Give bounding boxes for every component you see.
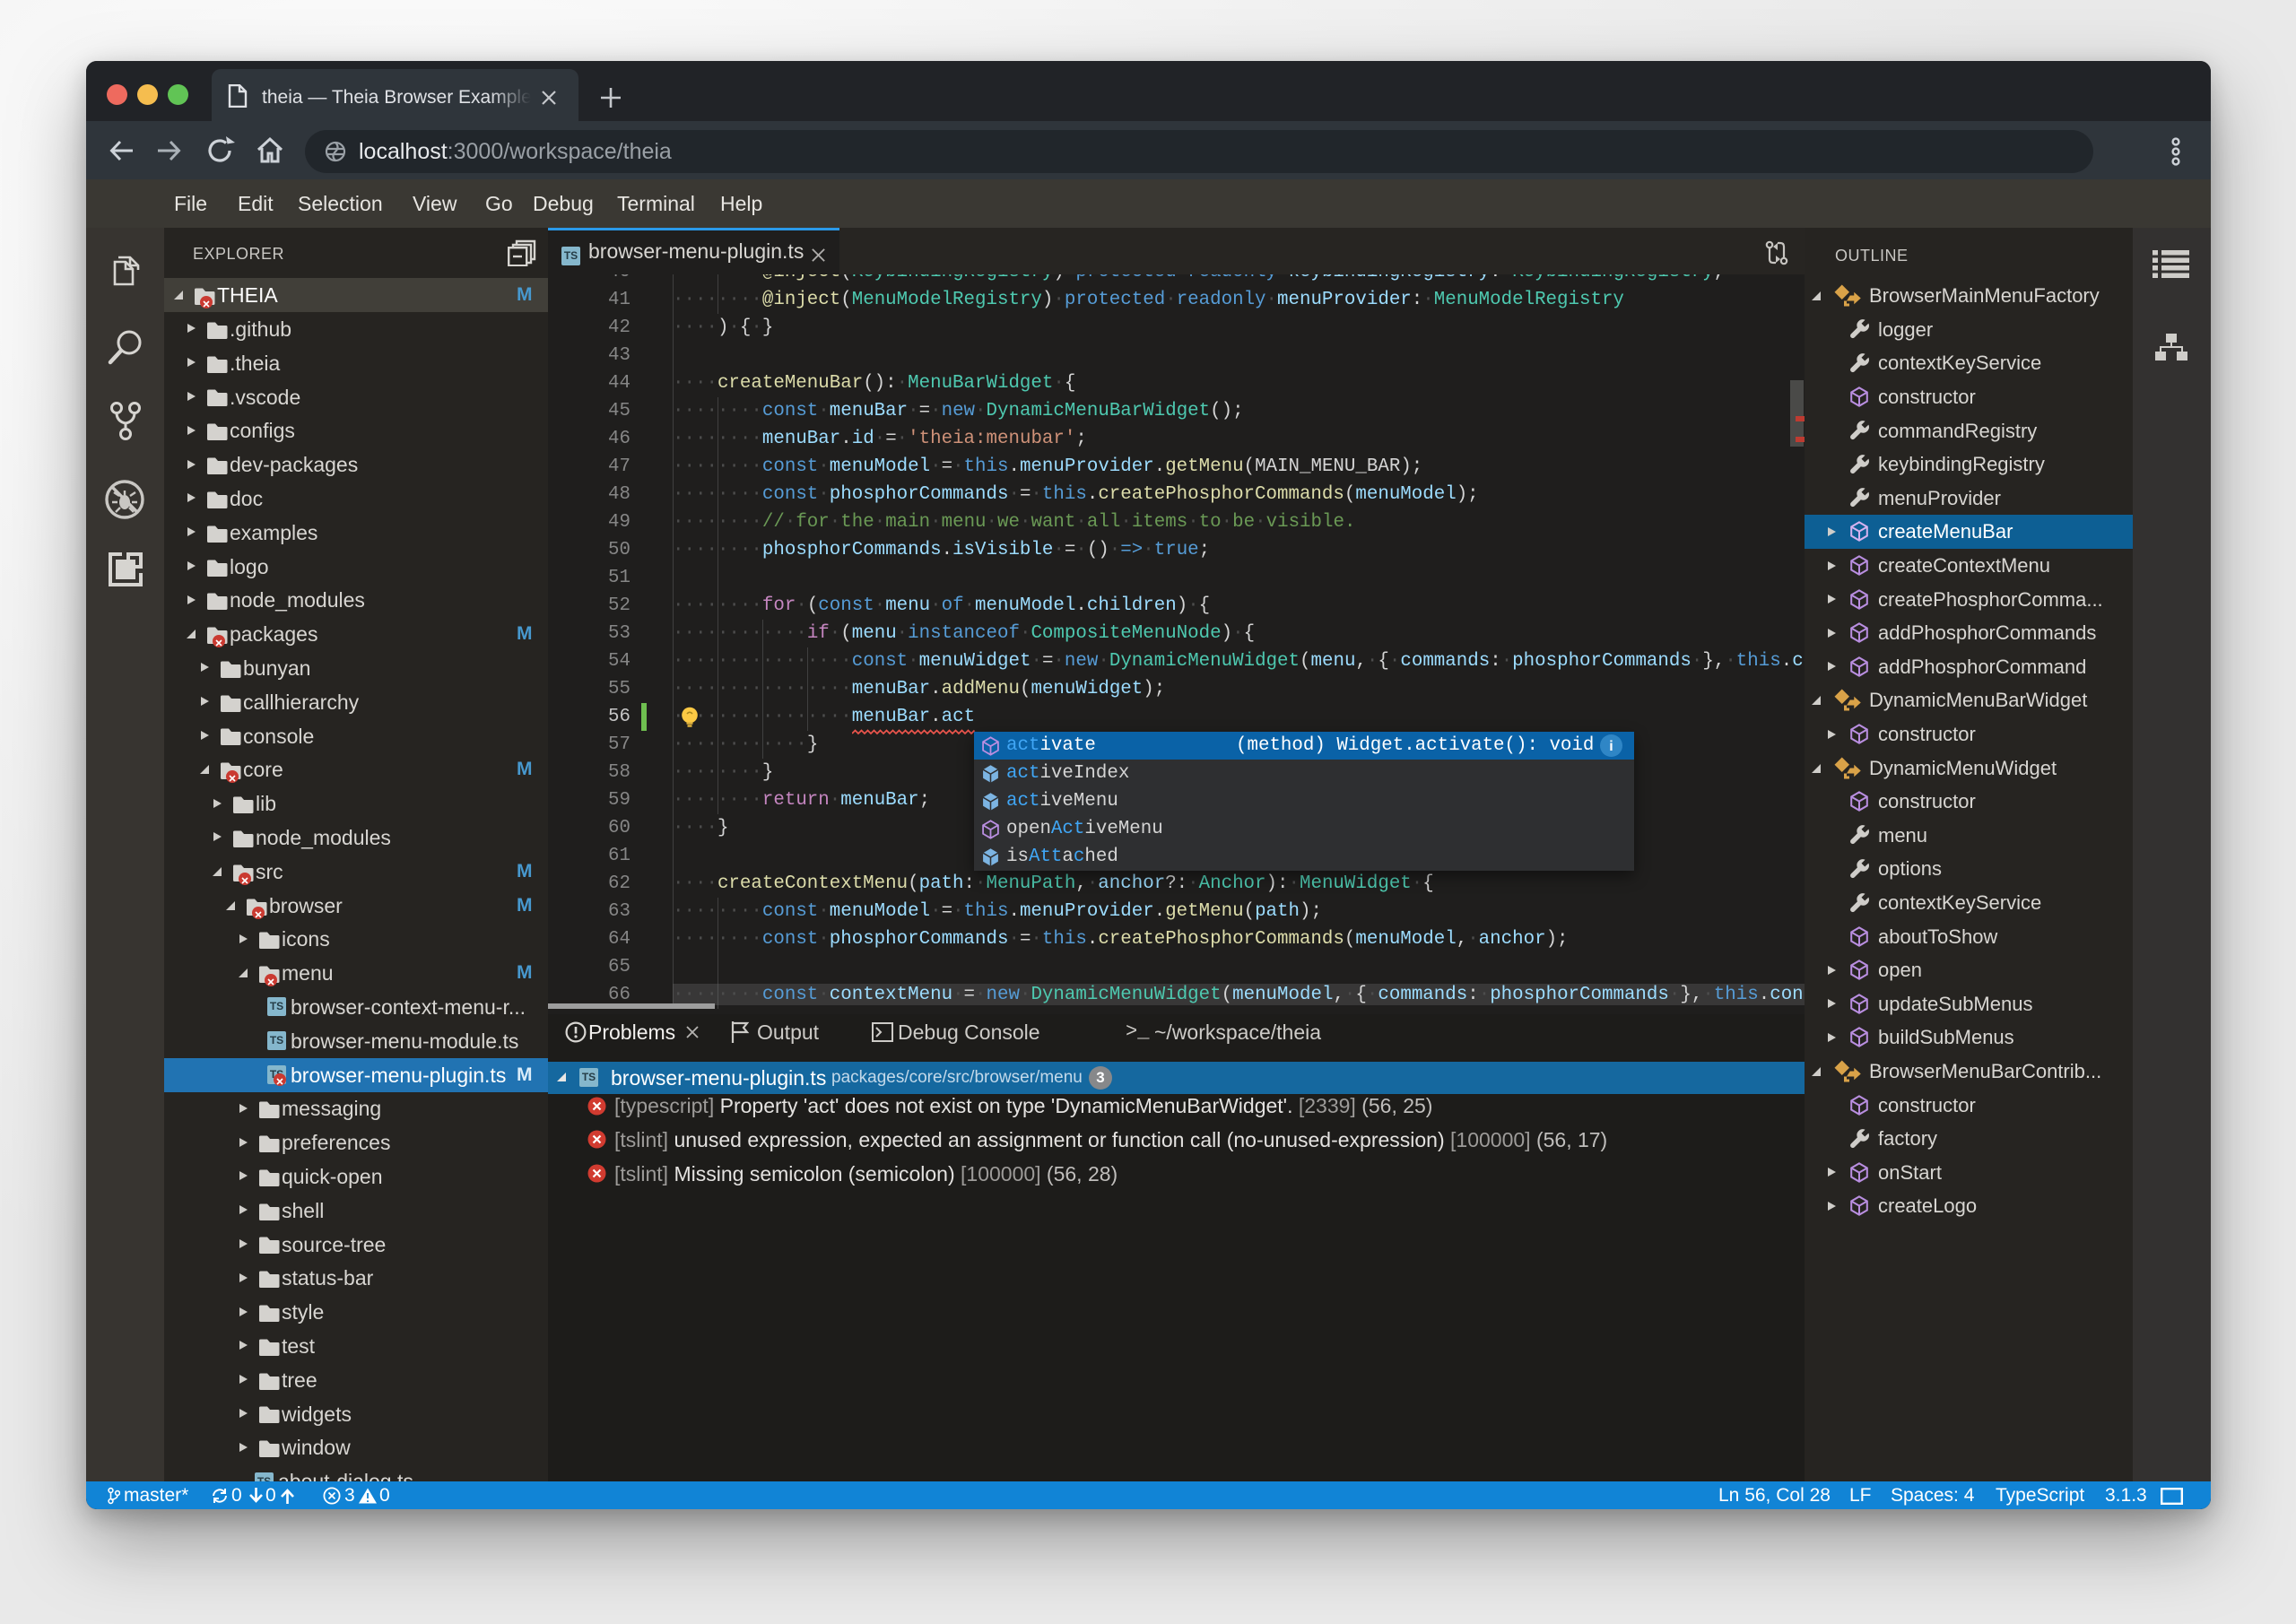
svg-text:i: i [1609, 739, 1613, 754]
